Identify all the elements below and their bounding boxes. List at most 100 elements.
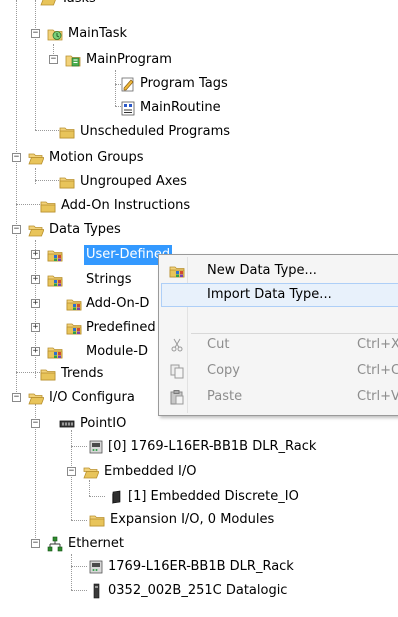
collapse-toggle[interactable]: − (12, 393, 21, 402)
folder-icon (59, 124, 75, 140)
folder-icon (89, 512, 105, 528)
task-icon (47, 26, 63, 42)
tree-item-label: 0352_002B_251C Datalogic (108, 583, 288, 598)
tree-item-label: Strings (86, 272, 132, 287)
strings-folder-icon (47, 272, 63, 288)
menu-item-copy[interactable]: Copy Ctrl+C (161, 359, 398, 383)
module-defined-folder-icon (47, 344, 63, 360)
discrete-io-icon (108, 489, 124, 505)
tree-item-label: Unscheduled Programs (80, 124, 231, 139)
menu-item-label: Import Data Type... (207, 287, 332, 302)
tree-item-label: Ethernet (68, 536, 124, 551)
tree-item-embedded-discrete[interactable]: [1] Embedded Discrete_IO (0, 487, 380, 507)
tree-item-tasks[interactable]: Tasks (0, 0, 150, 9)
folder-icon (40, 366, 56, 382)
tree-item-label: MainTask (68, 26, 128, 41)
tree-item-label: PointIO (80, 416, 127, 431)
expand-toggle[interactable]: + (31, 299, 40, 308)
collapse-toggle[interactable]: − (31, 539, 40, 548)
tree-item-module-defined[interactable]: + Module-D (0, 342, 160, 362)
menu-item-paste[interactable]: Paste Ctrl+V (161, 385, 398, 409)
tree-item-trends[interactable]: Trends (0, 364, 160, 384)
tree-item-main-task[interactable]: − MainTask (0, 24, 200, 44)
expand-toggle[interactable]: + (31, 275, 40, 284)
tree-item-strings[interactable]: + Strings (0, 270, 160, 290)
tree-item-point-io[interactable]: − PointIO (0, 414, 200, 434)
collapse-toggle[interactable]: − (49, 55, 58, 64)
menu-item-import-data-type[interactable]: Import Data Type... (161, 283, 398, 307)
expand-toggle[interactable]: + (31, 250, 40, 259)
folder-open-icon (83, 464, 99, 480)
tree-item-controller-slot[interactable]: [0] 1769-L16ER-BB1B DLR_Rack (0, 437, 395, 457)
folder-open-icon (40, 0, 56, 7)
expand-toggle[interactable]: + (31, 347, 40, 356)
context-menu: New Data Type... Import Data Type... Cut… (158, 254, 398, 416)
tree-item-main-routine[interactable]: MainRoutine (0, 98, 240, 118)
tree-item-label: Program Tags (140, 76, 228, 91)
collapse-toggle[interactable]: − (31, 29, 40, 38)
tree-item-label: Add-On-D (86, 296, 150, 311)
tree-item-label: [1] Embedded Discrete_IO (128, 489, 299, 504)
tree-item-expansion-io[interactable]: Expansion I/O, 0 Modules (0, 510, 330, 530)
tree-item-add-on-instructions[interactable]: Add-On Instructions (0, 196, 230, 216)
tree-item-label: I/O Configura (49, 390, 135, 405)
tree-item-motion-groups[interactable]: − Motion Groups (0, 148, 200, 168)
tree-item-ungrouped-axes[interactable]: Ungrouped Axes (0, 172, 220, 192)
menu-item-label: New Data Type... (207, 263, 317, 278)
tree-item-datalogic-device[interactable]: 0352_002B_251C Datalogic (0, 581, 360, 601)
menu-item-shortcut: Ctrl+C (357, 363, 398, 378)
tree-item-label: Embedded I/O (104, 464, 197, 479)
tree-item-label: [0] 1769-L16ER-BB1B DLR_Rack (108, 439, 317, 454)
tree-item-label: MainProgram (86, 52, 172, 67)
ethernet-icon (47, 536, 63, 552)
tree-item-label: Ungrouped Axes (80, 174, 187, 189)
folder-open-icon (28, 150, 44, 166)
tree-item-embedded-io[interactable]: − Embedded I/O (0, 462, 240, 482)
controller-module-icon (88, 559, 104, 575)
tree-item-add-on-defined[interactable]: + Add-On-D (0, 294, 160, 314)
tree-item-ethernet[interactable]: − Ethernet (0, 534, 200, 554)
tree-item-label: Data Types (49, 222, 121, 237)
tree-item-label: Add-On Instructions (61, 198, 191, 213)
tree-item-io-configuration[interactable]: − I/O Configura (0, 388, 160, 408)
menu-item-label: Copy (207, 363, 240, 378)
menu-item-cut[interactable]: Cut Ctrl+X (161, 333, 398, 357)
expand-toggle[interactable]: + (31, 323, 40, 332)
menu-item-shortcut: Ctrl+X (357, 337, 398, 352)
menu-item-label: Cut (207, 337, 230, 352)
add-on-defined-folder-icon (66, 296, 82, 312)
paste-icon (169, 389, 185, 405)
folder-icon (40, 198, 56, 214)
menu-item-new-data-type[interactable]: New Data Type... (161, 259, 398, 283)
collapse-toggle[interactable]: − (12, 153, 21, 162)
tree-item-label: MainRoutine (140, 100, 221, 115)
tree-item-main-program[interactable]: − MainProgram (0, 50, 220, 70)
tree-item-predefined[interactable]: + Predefined (0, 318, 160, 338)
folder-icon (59, 174, 75, 190)
folder-open-icon (28, 222, 44, 238)
tree-item-label: Motion Groups (49, 150, 144, 165)
program-icon (65, 52, 81, 68)
user-defined-folder-icon (47, 247, 63, 263)
tree-item-program-tags[interactable]: Program Tags (0, 74, 230, 94)
point-io-icon (59, 416, 75, 432)
cut-icon (169, 337, 185, 353)
collapse-toggle[interactable]: − (67, 467, 76, 476)
tree-item-unscheduled-programs[interactable]: Unscheduled Programs (0, 122, 260, 142)
tree-item-label: 1769-L16ER-BB1B DLR_Rack (108, 559, 294, 574)
routine-icon (120, 100, 136, 116)
collapse-toggle[interactable]: − (12, 225, 21, 234)
tree-item-data-types[interactable]: − Data Types (0, 220, 200, 240)
collapse-toggle[interactable]: − (31, 419, 40, 428)
copy-icon (169, 363, 185, 379)
tree-item-label: Module-D (86, 344, 148, 359)
folder-open-icon (28, 390, 44, 406)
new-data-type-icon (169, 263, 185, 279)
predefined-folder-icon (66, 320, 82, 336)
tags-icon (120, 76, 136, 92)
controller-module-icon (88, 439, 104, 455)
menu-item-shortcut: Ctrl+V (357, 389, 398, 404)
tree-item-label: Predefined (86, 320, 156, 335)
tree-item-eth-controller[interactable]: 1769-L16ER-BB1B DLR_Rack (0, 557, 360, 577)
tree-item-label: Tasks (59, 0, 98, 9)
